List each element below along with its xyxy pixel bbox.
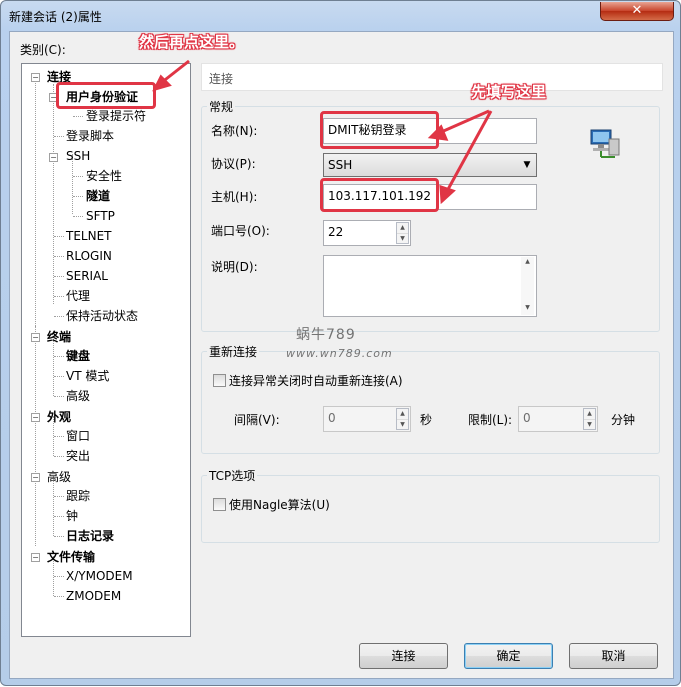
arrow-to-host xyxy=(444,110,493,194)
arrowhead xyxy=(439,184,456,205)
dialog-window: 新建会话 (2)属性 ✕ 类别(C): − 连接 − 用户身份验证 登录提示符 … xyxy=(0,0,681,686)
annotation-arrows xyxy=(152,59,493,205)
arrowhead xyxy=(427,124,449,141)
